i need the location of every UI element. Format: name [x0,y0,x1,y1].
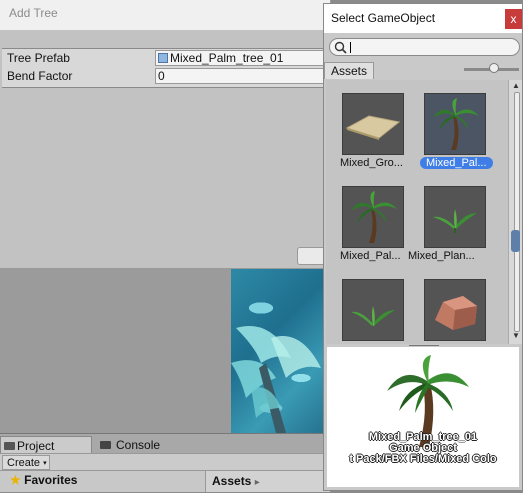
select-gameobject-window: Select GameObject x Assets Mixed_Gro... [323,3,523,491]
asset-item[interactable] [408,266,488,344]
tab-project-label: Project [17,439,55,453]
plant-thumbnail [424,186,486,248]
star-icon: ★ [10,473,21,487]
ground-icon [345,115,401,140]
scene-palm-leaves [231,326,321,433]
ground-thumbnail [342,93,404,155]
project-panel: ★ Favorites Assets ▸ [0,470,330,492]
search-input[interactable] [329,38,520,56]
tree-prefab-field[interactable]: Mixed_Palm_tree_01 [155,50,330,66]
favorites-item[interactable]: ★ Favorites [10,473,77,487]
create-label: Create [7,457,41,469]
preview-caption: Mixed_Palm_tree_01 Game Object t Pack/FB… [327,432,519,465]
tab-console-label: Console [116,438,161,452]
asset-item[interactable]: Mixed_Pal... [326,173,406,263]
preview-path: t Pack/FBX Files/Mixed Colo [349,453,497,465]
bend-factor-label: Bend Factor [7,69,73,83]
tree-prefab-row: Tree Prefab Mixed_Palm_tree_01 [2,49,330,67]
tree-prefab-label: Tree Prefab [7,51,70,65]
create-button[interactable]: Create ▾ [2,455,50,470]
bottom-tab-bar: Project Console [0,433,330,454]
asset-item[interactable]: Mixed_Plan... [408,173,488,263]
tree-prefab-value: Mixed_Palm_tree_01 [170,51,284,65]
select-gameobject-title: Select GameObject [324,4,522,33]
scrollbar-thumb[interactable] [511,230,520,252]
prefab-cube-icon [158,53,168,63]
scene-view-background [0,268,231,433]
add-tree-title: Add Tree [0,0,330,30]
plant-icon [433,209,477,233]
palm-thumbnail [424,93,486,155]
asset-grid: Mixed_Gro... Mixed_Pal... Mixed_Pal... M… [326,80,510,344]
rock-icon [435,296,477,330]
scene-view-terrain [231,268,330,433]
breadcrumb-arrow-icon: ▸ [254,477,260,488]
asset-label: Mixed_Gro... [340,157,403,169]
search-icon [334,41,347,54]
asset-label: Mixed_Plan... [408,250,475,262]
asset-item[interactable]: Mixed_Gro... [326,80,406,170]
palm-tree-icon [351,191,397,243]
asset-item[interactable] [326,266,406,344]
folder-icon [4,442,15,450]
breadcrumb[interactable]: Assets ▸ [205,471,330,492]
favorites-label: Favorites [24,473,78,487]
tab-console[interactable]: Console [96,436,186,454]
project-toolbar: Create ▾ [0,453,330,471]
chevron-down-icon: ▾ [43,460,47,467]
plant-thumbnail [342,279,404,341]
scrollbar-track[interactable] [514,92,520,332]
add-tree-window: Add Tree Tree Prefab Mixed_Palm_tree_01 … [0,0,331,269]
asset-label: Mixed_Pal... [340,250,401,262]
asset-scrollbar[interactable]: ▲ ▼ [508,80,522,344]
zoom-slider-handle[interactable] [489,63,499,73]
tab-assets[interactable]: Assets [324,62,374,79]
bend-factor-field[interactable]: 0 [155,68,330,84]
rock-thumbnail [424,279,486,341]
plant-icon [351,306,395,326]
asset-label-selected: Mixed_Pal... [420,157,493,169]
scroll-up-icon[interactable]: ▲ [512,81,520,90]
tab-project[interactable]: Project [0,436,92,454]
tree-properties: Tree Prefab Mixed_Palm_tree_01 Bend Fact… [2,48,330,88]
asset-item-selected[interactable]: Mixed_Pal... [408,80,493,170]
close-button[interactable]: x [505,9,522,29]
breadcrumb-assets: Assets [212,474,252,488]
palm-tree-icon [433,98,479,150]
bend-factor-row: Bend Factor 0 [2,67,330,85]
scroll-down-icon[interactable]: ▼ [512,331,520,340]
palm-thumbnail [342,186,404,248]
console-icon [100,441,111,449]
object-preview: Mixed_Palm_tree_01 Game Object t Pack/FB… [327,347,519,487]
text-caret [350,42,351,53]
